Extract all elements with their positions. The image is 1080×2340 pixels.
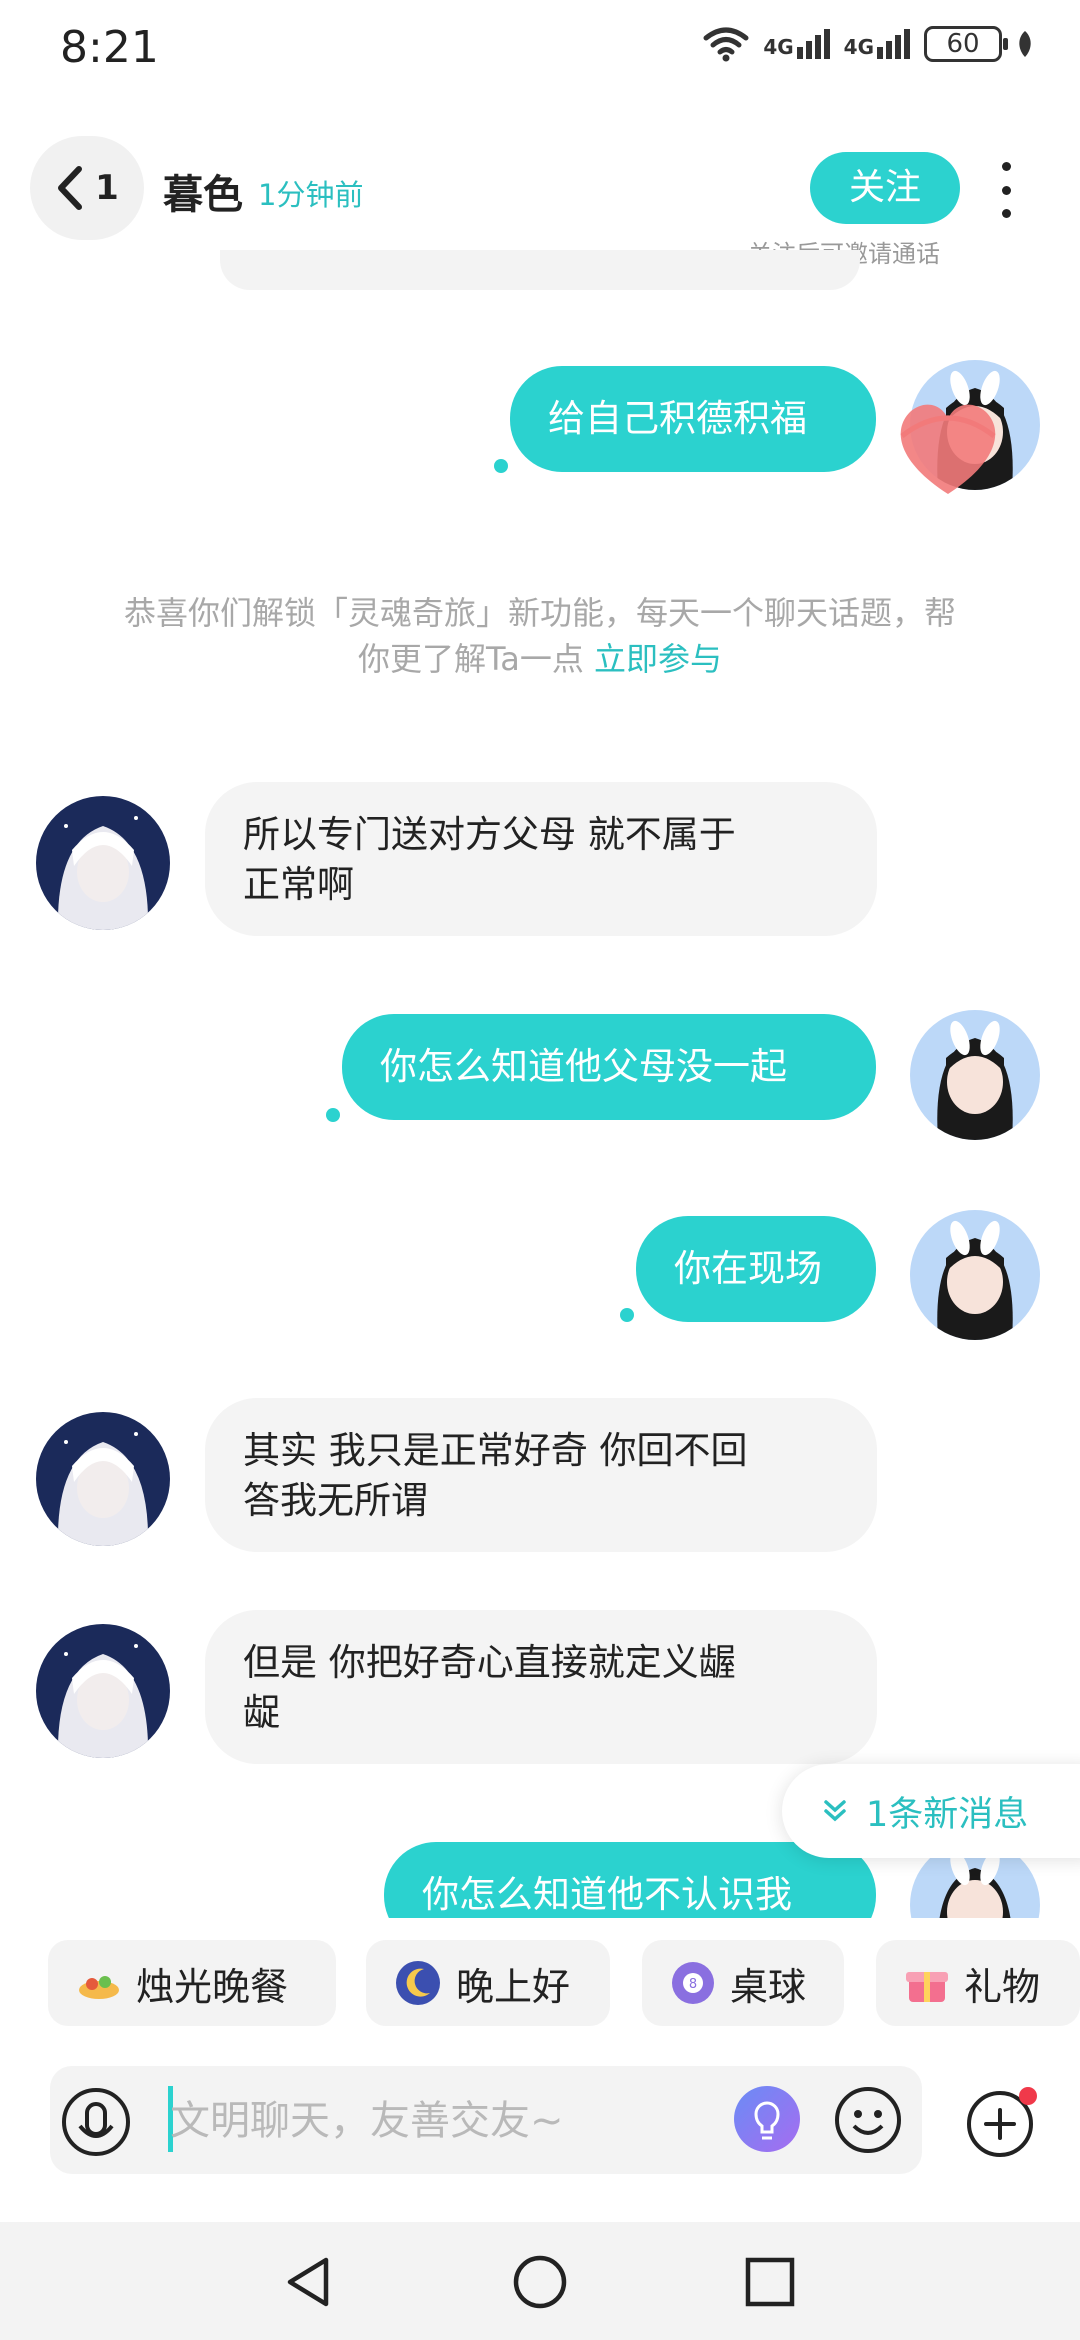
contact-avatar[interactable]	[36, 1624, 170, 1758]
message-text: 但是 你把好奇心直接就定义龌	[243, 1641, 736, 1684]
bubble-tail	[620, 1308, 634, 1322]
message-input[interactable]: 文明聊天，友善交友~	[170, 2088, 564, 2146]
new-message-label: 1条新消息	[866, 1794, 1029, 1835]
chevron-left-icon	[58, 166, 83, 210]
status-icons: 4G 4G 60	[703, 26, 1034, 62]
message-text: 答我无所谓	[243, 1479, 428, 1522]
status-time: 8:21	[60, 22, 159, 73]
previous-message-bubble	[220, 250, 860, 290]
new-message-indicator[interactable]: 1条新消息	[782, 1764, 1080, 1858]
more-options-icon[interactable]	[996, 162, 1016, 218]
wifi-icon	[703, 27, 749, 62]
nav-recents-icon[interactable]	[744, 2256, 796, 2308]
nav-home-icon[interactable]	[512, 2254, 568, 2310]
incoming-message-bubble[interactable]: 所以专门送对方父母 就不属于 正常啊	[205, 782, 877, 936]
outgoing-message-bubble[interactable]: 你在现场	[636, 1216, 876, 1322]
back-button[interactable]: 1	[30, 136, 144, 240]
message-text: 所以专门送对方父母 就不属于	[243, 813, 736, 856]
unread-count: 1	[95, 168, 119, 208]
last-active-time: 1分钟前	[258, 178, 364, 212]
add-icon[interactable]	[964, 2086, 1038, 2160]
voice-icon[interactable]	[60, 2086, 132, 2158]
contact-name[interactable]: 暮色	[163, 162, 243, 220]
outgoing-message-bubble[interactable]: 你怎么知道他父母没一起	[342, 1014, 876, 1120]
chip-label: 晚上好	[456, 1964, 571, 2009]
follow-button[interactable]: 关注	[810, 152, 960, 224]
system-notice: 恭喜你们解锁「灵魂奇旅」新功能，每天一个聊天话题，帮你更了解Ta一点 立即参与	[123, 594, 956, 678]
contact-avatar[interactable]	[36, 1412, 170, 1546]
bubble-tail	[326, 1108, 340, 1122]
heart-frame-icon	[900, 404, 996, 494]
food-icon	[79, 1976, 119, 1999]
bubble-tail	[494, 459, 508, 473]
double-chevron-down-icon	[824, 1800, 846, 1822]
chip-label: 礼物	[964, 1964, 1041, 2009]
message-text: 龊	[243, 1691, 280, 1734]
message-text: 其实 我只是正常好奇 你回不回	[243, 1429, 748, 1472]
gift-icon	[906, 1972, 948, 2002]
ai-assistant-icon[interactable]	[732, 2084, 802, 2154]
emoji-icon[interactable]	[832, 2084, 904, 2156]
chip-gift[interactable]: 礼物	[876, 1940, 1080, 2026]
chip-billiards[interactable]: 8 桌球	[642, 1940, 844, 2026]
my-avatar[interactable]	[910, 1010, 1040, 1140]
chip-label: 烛光晚餐	[136, 1964, 289, 2009]
incoming-message-bubble[interactable]: 其实 我只是正常好奇 你回不回 答我无所谓	[205, 1398, 877, 1552]
signal-icon-sim1: 4G	[763, 29, 830, 59]
nav-back-icon[interactable]	[282, 2254, 334, 2310]
chip-candlelight-dinner[interactable]: 烛光晚餐	[48, 1940, 336, 2026]
billiard-ball-icon: 8	[672, 1962, 714, 2004]
moon-icon	[396, 1961, 440, 2005]
outgoing-message-bubble[interactable]: 你怎么知道他不认识我	[384, 1842, 876, 1918]
join-now-link[interactable]: 立即参与	[594, 640, 722, 678]
message-text: 正常啊	[243, 863, 354, 906]
svg-text:8: 8	[689, 1977, 697, 1992]
battery-icon: 60	[924, 26, 1008, 62]
signal-icon-sim2: 4G	[844, 29, 910, 59]
outgoing-message-bubble[interactable]: 给自己积德积福	[510, 366, 876, 472]
chip-good-evening[interactable]: 晚上好	[366, 1940, 610, 2026]
my-avatar[interactable]	[910, 1210, 1040, 1340]
contact-avatar[interactable]	[36, 796, 170, 930]
incoming-message-bubble[interactable]: 但是 你把好奇心直接就定义龌 龊	[205, 1610, 877, 1764]
leaf-icon	[1019, 31, 1031, 57]
chip-label: 桌球	[730, 1964, 807, 2009]
